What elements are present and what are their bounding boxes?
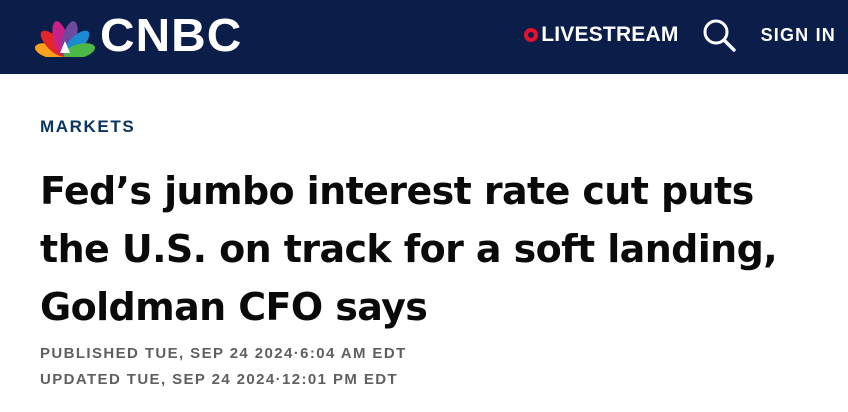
article-headline: Fed’s jumbo interest rate cut puts the U… [40,169,778,329]
cnbc-logo-link[interactable]: CNBC [32,10,241,60]
search-button[interactable] [699,15,739,55]
livestream-label: LIVESTREAM [541,23,679,46]
sign-in-button[interactable]: SIGN IN [761,25,836,46]
nbc-peacock-icon [34,21,96,57]
header-actions: LIVESTREAM SIGN IN [524,0,836,70]
live-dot-icon [524,28,539,42]
cnbc-wordmark: CNBC [100,9,243,61]
site-header: CNBC LIVESTREAM SIGN IN [0,0,848,74]
search-icon [703,19,736,52]
updated-timestamp: UPDATED TUE, SEP 24 2024·12:01 PM EDT [40,371,399,388]
published-timestamp: PUBLISHED TUE, SEP 24 2024·6:04 AM EDT [40,345,407,362]
livestream-link[interactable]: LIVESTREAM [524,23,678,47]
section-label[interactable]: MARKETS [40,117,135,137]
